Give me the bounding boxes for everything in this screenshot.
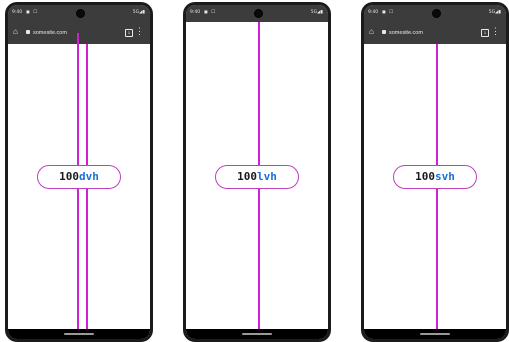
- unit-value: 100: [415, 170, 435, 183]
- notification-icons: ◼ ☐: [26, 10, 39, 15]
- menu-icon[interactable]: ⋮: [491, 27, 500, 36]
- lock-icon: [26, 30, 30, 34]
- url-text[interactable]: somesite.com: [33, 30, 67, 36]
- gesture-nav-bar: [186, 329, 328, 339]
- phone-screen: 9:40 ◼ ☐ 5G◢▮ ⌂ somesite.com 1 ⋮ 100dvh: [8, 5, 150, 339]
- unit-label: 100lvh: [215, 165, 299, 189]
- home-icon[interactable]: ⌂: [369, 28, 374, 36]
- nav-handle[interactable]: [64, 333, 94, 335]
- menu-icon[interactable]: ⋮: [135, 27, 144, 36]
- notification-icons: ◼ ☐: [382, 10, 395, 15]
- nav-handle[interactable]: [242, 333, 272, 335]
- notification-icons: ◼ ☐: [204, 10, 217, 15]
- unit-name: dvh: [79, 170, 99, 183]
- tabs-icon[interactable]: 1: [481, 29, 489, 37]
- status-time: 9:40: [368, 10, 379, 15]
- home-icon[interactable]: ⌂: [13, 28, 18, 36]
- signal-battery-icon: 5G◢▮: [310, 10, 323, 15]
- unit-value: 100: [237, 170, 257, 183]
- nav-handle[interactable]: [420, 333, 450, 335]
- front-camera: [75, 9, 85, 18]
- unit-name: svh: [435, 170, 455, 183]
- gesture-nav-bar: [364, 329, 506, 339]
- phone-screen: 9:40 ◼ ☐ 5G◢▮ 100lvh: [186, 5, 328, 339]
- status-time: 9:40: [12, 10, 23, 15]
- front-camera: [253, 9, 263, 18]
- front-camera: [431, 9, 441, 18]
- browser-address-bar[interactable]: ⌂ somesite.com 1 ⋮: [8, 22, 150, 44]
- url-text[interactable]: somesite.com: [389, 30, 423, 36]
- unit-value: 100: [59, 170, 79, 183]
- status-time: 9:40: [190, 10, 201, 15]
- unit-name: lvh: [257, 170, 277, 183]
- phone-lvh: 9:40 ◼ ☐ 5G◢▮ 100lvh: [183, 2, 331, 342]
- signal-battery-icon: 5G◢▮: [132, 10, 145, 15]
- gesture-nav-bar: [8, 329, 150, 339]
- phone-screen: 9:40 ◼ ☐ 5G◢▮ ⌂ somesite.com 1 ⋮ 100svh: [364, 5, 506, 339]
- unit-label: 100svh: [393, 165, 477, 189]
- browser-address-bar[interactable]: ⌂ somesite.com 1 ⋮: [364, 22, 506, 44]
- phone-dvh: 9:40 ◼ ☐ 5G◢▮ ⌂ somesite.com 1 ⋮ 100dvh: [5, 2, 153, 342]
- lock-icon: [382, 30, 386, 34]
- unit-label: 100dvh: [37, 165, 121, 189]
- phone-svh: 9:40 ◼ ☐ 5G◢▮ ⌂ somesite.com 1 ⋮ 100svh: [361, 2, 509, 342]
- signal-battery-icon: 5G◢▮: [488, 10, 501, 15]
- tabs-icon[interactable]: 1: [125, 29, 133, 37]
